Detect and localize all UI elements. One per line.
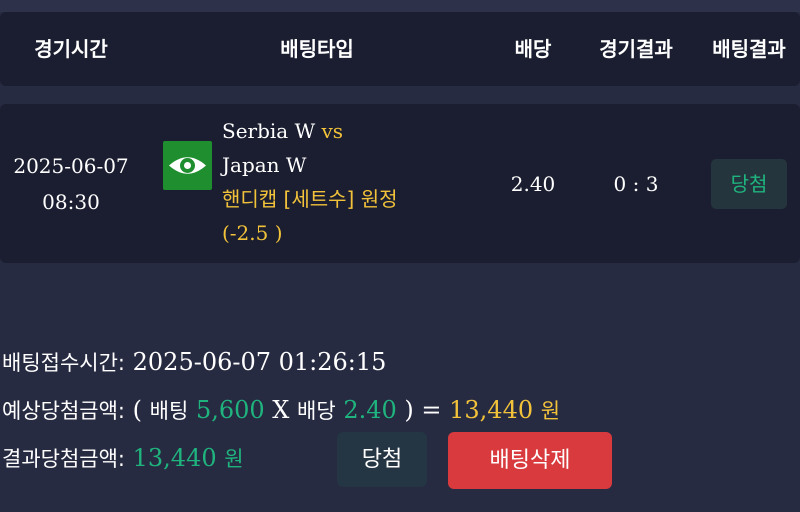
home-team: Serbia W [222, 119, 316, 143]
bet-market: 핸디캡 [세트수] 원정 [222, 187, 398, 211]
odds-word: 배당 [297, 399, 336, 423]
expected-win-line: 예상당첨금액: ( 배팅 5,600 X 배당 2.40 ) = 13,440 … [2, 393, 560, 428]
header-time: 경기시간 [34, 37, 108, 61]
bet-row[interactable]: 2025-06-07 08:30 Serbia W vs Japan W 핸디캡… [0, 104, 800, 263]
open-paren: ( [132, 396, 143, 424]
receipt-time-line: 배팅접수시간: 2025-06-07 01:26:15 [2, 345, 386, 380]
win-button[interactable]: 당첨 [337, 432, 427, 487]
expected-amount: 13,440 [449, 396, 534, 424]
match-time: 08:30 [42, 190, 100, 214]
teams-line: Serbia W vs [222, 114, 462, 148]
delete-bet-button[interactable]: 배팅삭제 [448, 432, 612, 489]
match-datetime: 2025-06-07 08:30 [0, 148, 142, 220]
result-win-line: 결과당첨금액: 13,440 원 [2, 441, 244, 476]
top-strip [0, 0, 800, 12]
result-amount: 13,440 [132, 444, 217, 472]
away-team: Japan W [222, 153, 307, 177]
table-header: 경기시간 배팅타입 배당 경기결과 배팅결과 [0, 12, 800, 86]
expected-win-label: 예상당첨금액: [2, 399, 125, 423]
multiply-sign: X [272, 396, 290, 424]
bet-word: 배팅 [149, 399, 189, 423]
vs-label: vs [321, 119, 344, 143]
match-date: 2025-06-07 [13, 154, 129, 178]
bet-result-badge: 당첨 [711, 159, 787, 209]
receipt-time-value: 2025-06-07 01:26:15 [132, 348, 387, 376]
header-odds: 배당 [514, 37, 552, 61]
handicap-line: (-2.5 ) [222, 221, 283, 245]
header-bet-result: 배팅결과 [712, 37, 786, 61]
result-win-label: 결과당첨금액: [2, 447, 125, 471]
expected-won: 원 [540, 399, 561, 423]
result-won: 원 [224, 447, 244, 471]
close-paren-equals: ) = [404, 396, 442, 424]
match-info: Serbia W vs Japan W 핸디캡 [세트수] 원정 (-2.5 ) [222, 114, 462, 250]
bet-amount: 5,600 [195, 396, 265, 424]
odds-value: 2.40 [510, 172, 556, 196]
game-score: 0 : 3 [613, 172, 659, 196]
header-bet-type: 배팅타입 [280, 37, 354, 61]
eye-icon [163, 141, 212, 190]
summary-odds: 2.40 [343, 396, 397, 424]
receipt-time-label: 배팅접수시간: [2, 351, 125, 375]
header-game-result: 경기결과 [599, 37, 673, 61]
